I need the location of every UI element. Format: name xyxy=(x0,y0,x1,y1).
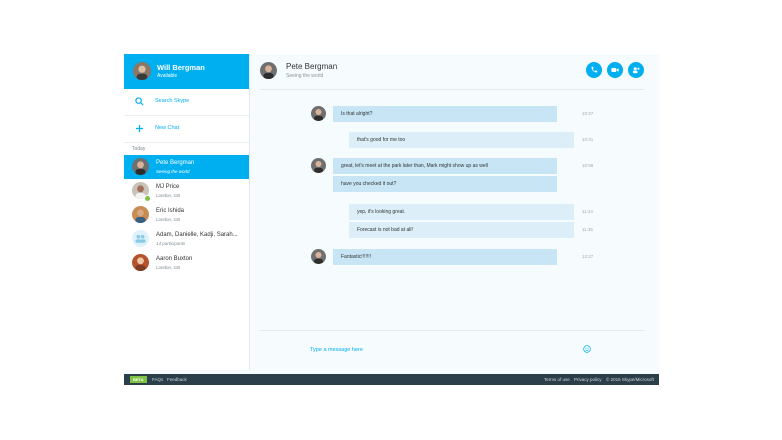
message-time: 10:58 xyxy=(582,163,594,168)
message-bubble: that's good for me too xyxy=(349,132,574,148)
message-input[interactable]: Type a message here xyxy=(310,347,363,353)
message-bubble: Is that alright? xyxy=(333,106,557,122)
contact-item[interactable]: Pete Bergman Seeing the world xyxy=(124,155,249,179)
avatar xyxy=(311,249,326,264)
chat-contact-name: Pete Bergman xyxy=(286,62,338,71)
sidebar: Will Bergman Available Search Skype New … xyxy=(124,54,250,370)
beta-badge: BETA xyxy=(130,376,147,383)
profile-header[interactable]: Will Bergman Available xyxy=(124,54,249,89)
contact-name: Pete Bergman xyxy=(156,160,195,166)
contact-name: Aaron Buxton xyxy=(156,256,193,262)
message-bubble: great, let's meet at the park later than… xyxy=(333,158,557,174)
avatar xyxy=(132,206,149,223)
avatar xyxy=(132,158,149,175)
video-icon xyxy=(611,68,619,72)
message-time: 10:31 xyxy=(582,137,594,142)
add-contact-button[interactable] xyxy=(628,62,644,78)
faqs-link[interactable]: FAQs xyxy=(152,377,163,382)
message-time: 11:35 xyxy=(582,227,593,232)
search-icon xyxy=(135,97,144,106)
contact-status: London, GB xyxy=(156,217,181,222)
terms-link[interactable]: Terms of use xyxy=(544,377,570,382)
header-divider xyxy=(260,89,644,90)
feedback-link[interactable]: Feedback xyxy=(167,377,187,382)
contact-item[interactable]: Adam, Danielle, Kadji, Sarah... 14 parti… xyxy=(124,227,249,251)
message-time: 10:27 xyxy=(582,111,594,116)
presence-indicator xyxy=(144,195,151,202)
avatar xyxy=(133,62,151,80)
chat-contact-status: Seeing the world xyxy=(286,73,324,79)
call-button[interactable] xyxy=(586,62,602,78)
contact-name: Adam, Danielle, Kadji, Sarah... xyxy=(156,232,238,238)
search-skype-button[interactable]: Search Skype xyxy=(124,89,249,116)
group-avatar xyxy=(132,230,149,247)
avatar xyxy=(311,158,326,173)
message-bubble: Fantastic!!!!!!! xyxy=(333,249,557,265)
contact-item[interactable]: Aaron Buxton London, GB xyxy=(124,251,249,275)
message-bubble: yep, it's looking great. xyxy=(349,204,574,220)
skype-app: Will Bergman Available Search Skype New … xyxy=(124,54,659,384)
contact-status: London, GB xyxy=(156,193,181,198)
chat-header: Pete Bergman Seeing the world xyxy=(250,54,659,89)
message-time: 12:27 xyxy=(582,254,594,259)
contact-item[interactable]: Eric Ishida London, GB xyxy=(124,203,249,227)
contact-status: 14 participants xyxy=(156,241,186,246)
avatar xyxy=(260,62,277,79)
video-call-button[interactable] xyxy=(607,62,623,78)
contact-status: Seeing the world xyxy=(156,169,190,174)
new-chat-button[interactable]: New Chat xyxy=(124,116,249,143)
message-bubble: Forecast is not bad at all! xyxy=(349,222,574,238)
emoticon-icon[interactable] xyxy=(583,345,591,353)
section-label-today: Today xyxy=(132,146,146,152)
contact-item[interactable]: MJ Price London, GB xyxy=(124,179,249,203)
search-skype-label: Search Skype xyxy=(155,98,190,104)
avatar xyxy=(311,106,326,121)
profile-status: Available xyxy=(157,73,178,79)
phone-icon xyxy=(591,66,598,73)
contact-name: Eric Ishida xyxy=(156,208,185,214)
message-time: 11:34 xyxy=(582,209,593,214)
avatar xyxy=(132,254,149,271)
contact-name: MJ Price xyxy=(156,184,180,190)
profile-name: Will Bergman xyxy=(157,63,205,72)
composer-divider xyxy=(260,330,644,331)
privacy-link[interactable]: Privacy policy xyxy=(574,377,602,382)
new-chat-label: New Chat xyxy=(155,125,180,131)
message-bubble: have you checked it out? xyxy=(333,176,557,192)
add-contact-icon xyxy=(632,67,640,74)
plus-icon xyxy=(135,124,144,133)
footer-bar: BETA FAQs Feedback Terms of use Privacy … xyxy=(124,374,659,385)
contact-status: London, GB xyxy=(156,265,181,270)
copyright-text: © 2015 Skype/Microsoft xyxy=(606,377,654,382)
